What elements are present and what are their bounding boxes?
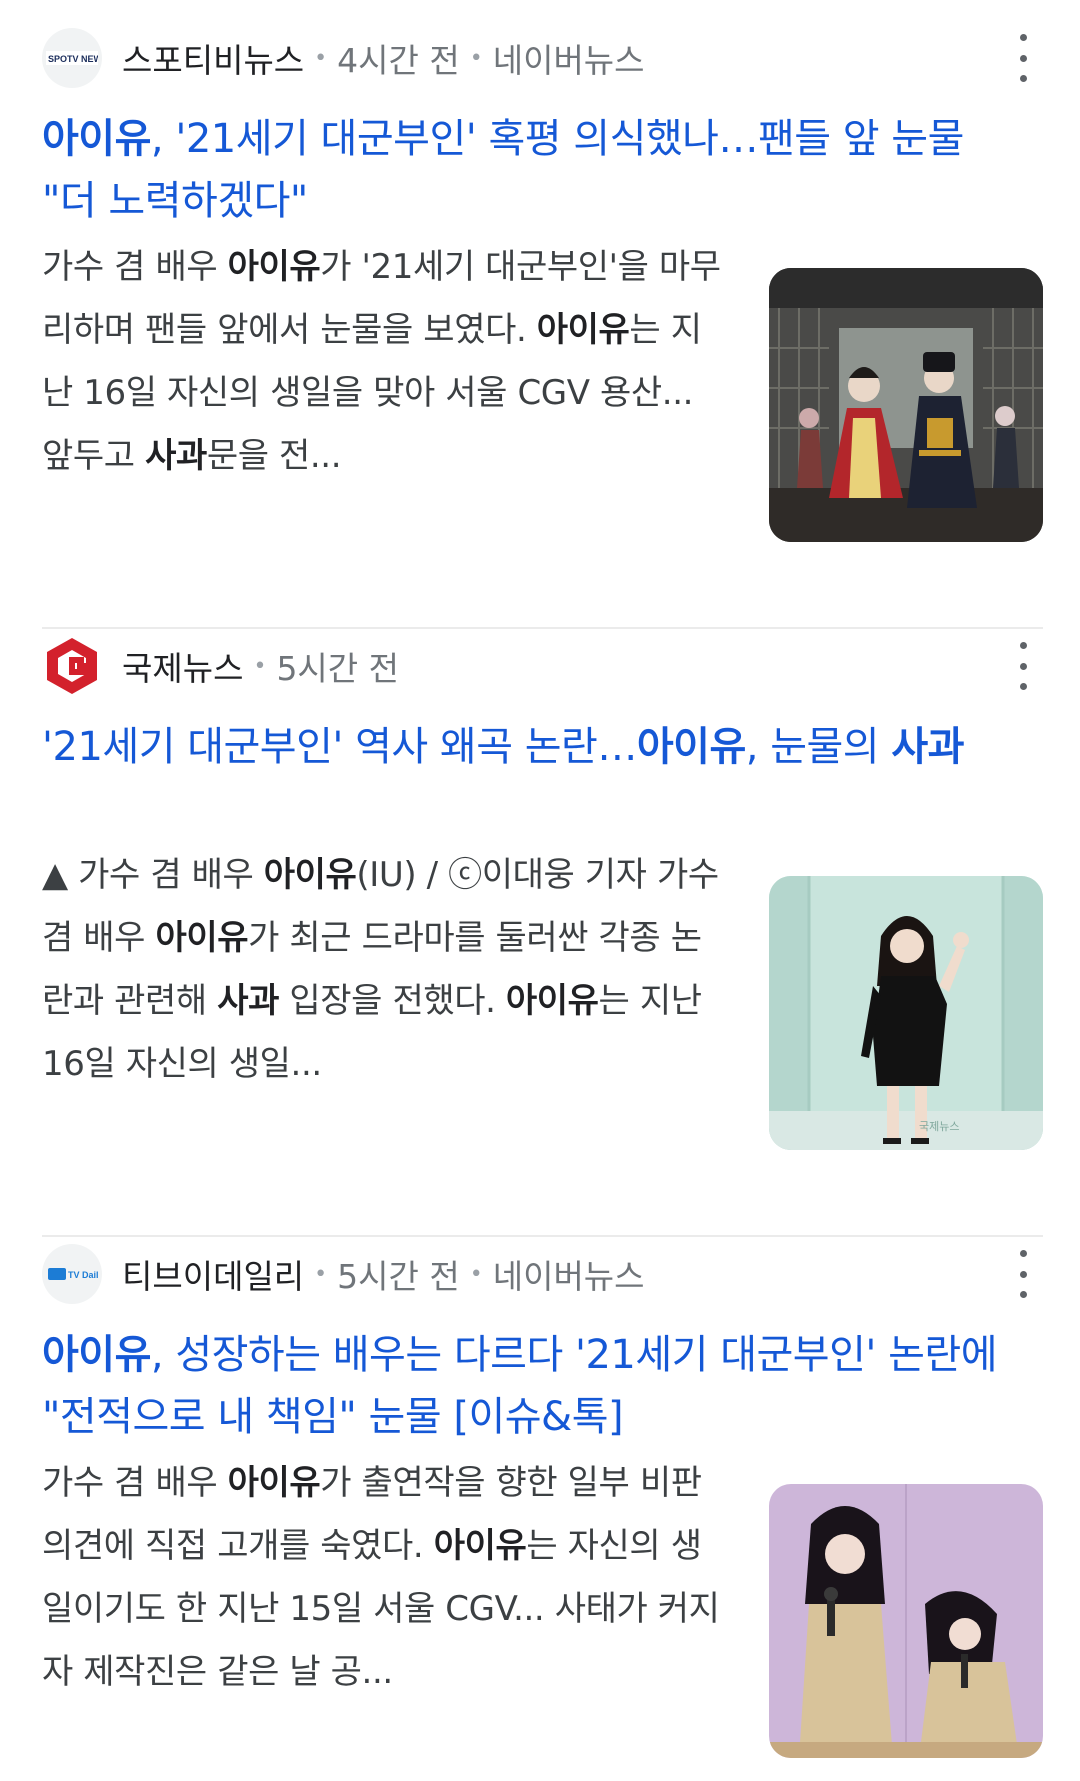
- thumbnail-drama-still[interactable]: [769, 268, 1043, 542]
- snippet-text: 가수 겸 배우: [42, 247, 228, 287]
- snippet: 가수 겸 배우 아이유가 '21세기 대군부인'을 마무리하며 팬들 앞에서 눈…: [42, 236, 732, 488]
- source-logo-tvdaily: TV Daily: [42, 1244, 102, 1304]
- headline-link[interactable]: '21세기 대군부인' 역사 왜곡 논란…아이유, 눈물의 사과: [42, 716, 1017, 778]
- headline-text: , 눈물의: [745, 724, 892, 770]
- headline-text: , '21세기 대군부인' 혹평 의식했나…팬들 앞 눈물 "더 노력하겠다": [42, 116, 964, 224]
- separator-dot: •: [314, 1261, 328, 1287]
- more-vert-icon[interactable]: [1008, 34, 1038, 82]
- source-row: TV Daily 티브이데일리 • 5시간 전 • 네이버뉴스: [42, 1244, 1038, 1304]
- snippet-text: 입장을 전했다.: [278, 981, 506, 1021]
- headline-bold: 아이유: [636, 724, 746, 770]
- publish-time: 5시간 전: [337, 1257, 460, 1296]
- platform-label: 네이버뉴스: [492, 41, 645, 80]
- separator-dot: •: [314, 45, 328, 71]
- snippet-text: ▲ 가수 겸 배우: [42, 855, 264, 895]
- snippet-text: 문을 전...: [206, 436, 342, 476]
- more-vert-icon[interactable]: [1008, 1250, 1038, 1298]
- source-name[interactable]: 티브이데일리: [122, 1250, 304, 1298]
- more-vert-icon[interactable]: [1008, 642, 1038, 690]
- snippet-bold: 사과: [217, 981, 279, 1021]
- source-row: SPOTV NEWS 스포티비뉴스 • 4시간 전 • 네이버뉴스: [42, 28, 1038, 88]
- thumbnail-iu-microphone[interactable]: [769, 1484, 1043, 1758]
- snippet-bold: 아이유: [505, 981, 599, 1021]
- source-name[interactable]: 국제뉴스: [122, 642, 243, 690]
- thumbnail-iu-waving[interactable]: 국제뉴스: [769, 876, 1043, 1150]
- publish-time: 5시간 전: [276, 649, 400, 688]
- source-row: 국제뉴스 • 5시간 전: [42, 636, 1038, 696]
- snippet-bold: 아이유: [227, 247, 321, 287]
- news-feed: SPOTV NEWS 스포티비뉴스 • 4시간 전 • 네이버뉴스 아이유, '…: [0, 0, 1080, 1781]
- divider: [42, 1235, 1043, 1237]
- snippet: ▲ 가수 겸 배우 아이유(IU) / ⓒ이대웅 기자 가수 겸 배우 아이유가…: [42, 844, 732, 1096]
- news-card-2[interactable]: 국제뉴스 • 5시간 전 '21세기 대군부인' 역사 왜곡 논란…아이유, 눈…: [0, 636, 1080, 1176]
- platform-label: 네이버뉴스: [492, 1257, 645, 1296]
- source-name[interactable]: 스포티비뉴스: [122, 34, 304, 82]
- headline-bold: 사과: [891, 724, 964, 770]
- logo-g-glyph: [69, 657, 87, 675]
- source-logo-spotv: SPOTV NEWS: [42, 28, 102, 88]
- snippet-bold: 아이유: [433, 1526, 527, 1566]
- headline-link[interactable]: 아이유, 성장하는 배우는 다르다 '21세기 대군부인' 논란에 "전적으로 …: [42, 1324, 1017, 1448]
- headline-text: '21세기 대군부인' 역사 왜곡 논란…: [42, 724, 637, 770]
- separator-dot: •: [253, 653, 267, 679]
- snippet-bold: 아이유: [155, 918, 249, 958]
- news-card-3[interactable]: TV Daily 티브이데일리 • 5시간 전 • 네이버뉴스 아이유, 성장하…: [0, 1244, 1080, 1764]
- logo-text: TV Daily: [68, 1270, 98, 1280]
- snippet-bold: 아이유: [227, 1463, 321, 1503]
- snippet-bold: 아이유: [536, 310, 630, 350]
- svg-text:국제뉴스: 국제뉴스: [919, 1120, 959, 1133]
- headline-bold: 아이유: [42, 116, 151, 162]
- source-logo-gukje: [42, 636, 102, 696]
- separator-dot: •: [469, 1261, 483, 1287]
- news-card-1[interactable]: SPOTV NEWS 스포티비뉴스 • 4시간 전 • 네이버뉴스 아이유, '…: [0, 28, 1080, 568]
- headline-link[interactable]: 아이유, '21세기 대군부인' 혹평 의식했나…팬들 앞 눈물 "더 노력하겠…: [42, 108, 1017, 232]
- logo-text: SPOTV NEWS: [48, 54, 98, 64]
- snippet: 가수 겸 배우 아이유가 출연작을 향한 일부 비판 의견에 직접 고개를 숙였…: [42, 1452, 732, 1704]
- separator-dot: •: [469, 45, 483, 71]
- headline-bold: 아이유: [42, 1332, 151, 1378]
- snippet-text: 가수 겸 배우: [42, 1463, 228, 1503]
- snippet-bold: 아이유: [263, 855, 357, 895]
- publish-time: 4시간 전: [337, 41, 460, 80]
- snippet-bold: 사과: [145, 436, 207, 476]
- headline-text: , 성장하는 배우는 다르다 '21세기 대군부인' 논란에 "전적으로 내 책…: [42, 1332, 998, 1440]
- divider: [42, 627, 1043, 629]
